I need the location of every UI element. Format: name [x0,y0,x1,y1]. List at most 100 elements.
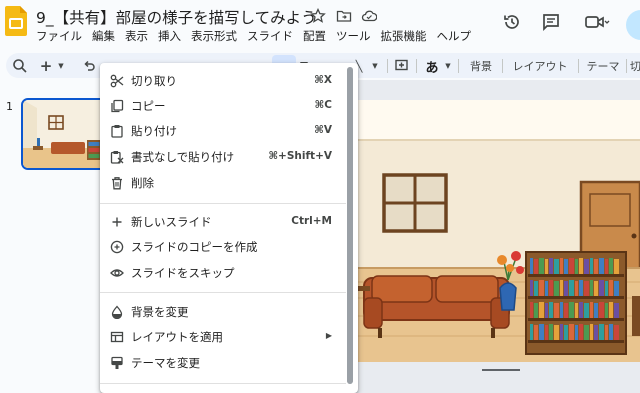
book [560,302,563,318]
bookshelf-plank [528,296,624,299]
document-title[interactable]: 9_【共有】部屋の様子を描写してみよう [36,6,317,28]
menu-item-change-background[interactable]: 背景を変更 [100,300,346,324]
menu-slide[interactable]: スライド [247,28,299,46]
cut-icon [110,74,124,88]
book [554,259,559,274]
menu-tools[interactable]: ツール [336,28,377,46]
menu-bar: ファイル 編集 表示 挿入 表示形式 スライド 配置 ツール 拡張機能 ヘルプ [36,28,477,46]
toolbar-divider [458,59,459,73]
book [554,281,559,296]
book [584,303,589,318]
new-slide-plus-icon[interactable]: + [39,57,53,75]
search-menus-icon[interactable] [12,57,28,75]
background-button[interactable]: 背景 [466,57,496,75]
book [560,324,563,340]
menu-item-paste[interactable]: 貼り付け ⌘V [100,119,346,143]
menu-item-delete[interactable]: 削除 [100,171,346,195]
menu-item-paste-without-formatting[interactable]: 書式なしで貼り付け ⌘+Shift+V [100,145,346,169]
book [530,280,533,296]
menu-item-shortcut: ⌘V [314,124,332,136]
meet-icon[interactable] [584,12,610,32]
book [545,303,548,318]
theme-button[interactable]: テーマ [584,57,622,75]
menu-item-label: コピー [131,99,166,113]
menu-edit[interactable]: 編集 [92,28,121,46]
book [569,280,574,296]
menu-item-change-theme[interactable]: テーマを変更 [100,351,346,375]
copy-icon [111,99,124,113]
paste-plain-icon [110,151,124,164]
star-icon[interactable] [310,8,326,24]
menu-format[interactable]: 表示形式 [191,28,243,46]
slide-canvas[interactable] [358,100,640,383]
slides-logo-icon[interactable] [5,6,27,36]
book [530,302,533,318]
book [560,280,563,296]
line-dropdown-icon[interactable]: ▼ [370,57,380,75]
menu-item-shortcut: ⌘X [314,74,332,86]
share-button[interactable] [626,10,640,40]
slide-thumbnail[interactable] [21,98,107,170]
book [534,259,538,274]
paste-icon [111,125,123,138]
book [569,302,574,318]
menu-item-cut[interactable]: 切り取り ⌘X [100,69,346,93]
text-style-button[interactable]: あ [423,57,441,76]
menu-item-copy[interactable]: コピー ⌘C [100,94,346,118]
book [539,258,544,274]
menu-item-label: スライドをスキップ [131,266,235,280]
menu-item-label: 新しいスライド [131,215,212,229]
new-slide-dropdown-icon[interactable]: ▼ [56,57,66,75]
menu-file[interactable]: ファイル [36,28,88,46]
book [579,324,583,340]
undo-icon[interactable] [82,57,96,75]
menu-item-new-slide[interactable]: 新しいスライド Ctrl+M [100,210,346,234]
book [605,259,608,274]
bookshelf-plank [528,318,624,321]
slide-number: 1 [6,100,13,113]
menu-extensions[interactable]: 拡張機能 [381,28,433,46]
menu-item-skip-slide[interactable]: スライドをスキップ [100,261,346,285]
book [564,281,568,296]
book [575,281,578,296]
menu-insert[interactable]: 挿入 [158,28,187,46]
menu-view[interactable]: 表示 [125,28,154,46]
book [549,302,553,318]
book [579,302,583,318]
menu-scrollbar-thumb[interactable] [347,67,353,384]
menu-item-duplicate-slide[interactable]: スライドのコピーを作成 [100,235,346,259]
book [594,325,598,340]
layout-button[interactable]: レイアウト [508,57,572,75]
history-icon[interactable] [502,12,522,32]
menu-arrange[interactable]: 配置 [303,28,332,46]
bookshelf-plank [528,340,624,343]
book [564,325,568,340]
canvas-scroll-indicator[interactable] [482,369,520,371]
menu-help[interactable]: ヘルプ [437,28,473,46]
book [599,302,604,318]
book [599,324,604,340]
book [584,259,589,274]
room-illustration[interactable] [358,100,640,383]
book [584,281,589,296]
book [549,324,553,340]
book [594,259,598,274]
menu-divider [100,383,346,384]
menu-item-apply-layout[interactable]: レイアウトを適用 ▶ [100,325,346,349]
book [549,280,553,296]
book [609,258,613,274]
transition-button[interactable]: 切 [630,57,640,75]
menu-item-shortcut: Ctrl+M [291,215,332,227]
book [534,303,538,318]
book [564,303,568,318]
comment-add-icon[interactable] [394,57,409,75]
book [539,324,544,340]
menu-item-label: テーマを変更 [131,356,200,370]
menu-divider [100,203,346,204]
toolbar-divider [626,59,627,73]
toolbar-divider [387,59,388,73]
comments-icon[interactable] [541,12,561,32]
move-to-folder-icon[interactable] [336,8,352,24]
cloud-saved-icon[interactable] [361,8,377,24]
text-style-dropdown-icon[interactable]: ▼ [443,57,453,75]
